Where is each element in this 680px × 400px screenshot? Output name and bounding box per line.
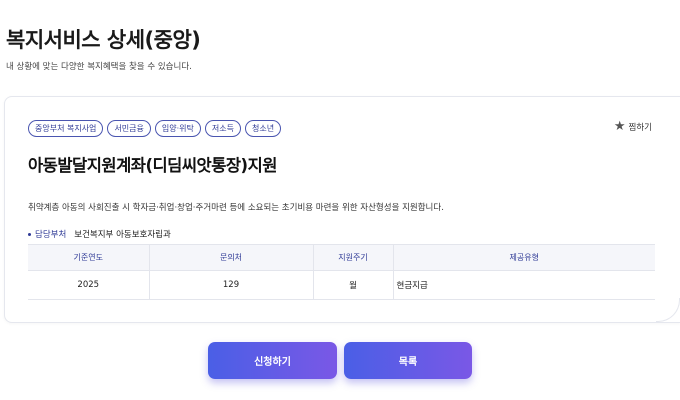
table-cell: 129 <box>148 270 313 300</box>
apply-button[interactable]: 신청하기 <box>208 342 337 379</box>
card-corner-decoration <box>656 298 680 322</box>
tag-chip[interactable]: 청소년 <box>244 120 282 137</box>
service-detail-card: 중앙부처 복지사업 서민금융 입양·위탁 저소득 청소년 ★ 찜하기 아동발달지… <box>4 96 680 323</box>
department-info: 담당부처 보건복지부 아동보호자립과 <box>28 228 171 240</box>
bookmark-button[interactable]: ★ 찜하기 <box>614 120 652 133</box>
column-header: 문의처 <box>148 244 313 271</box>
page-title: 복지서비스 상세(중앙) <box>6 28 201 52</box>
table-cell: 2025 <box>28 270 149 300</box>
service-info-table: 기준연도 문의처 지원주기 제공유형 2025 129 월 현금지급 <box>28 244 655 300</box>
tag-chip[interactable]: 서민금융 <box>107 120 151 137</box>
table-cell: 현금지급 <box>392 270 655 300</box>
tag-chip[interactable]: 입양·위탁 <box>154 120 201 137</box>
service-description: 취약계층 아동의 사회진출 시 학자금·취업·창업·주거마련 등에 소요되는 초… <box>28 203 444 213</box>
service-title: 아동발달지원계좌(디딤씨앗통장)지원 <box>28 156 277 175</box>
list-button[interactable]: 목록 <box>344 342 472 379</box>
bullet-icon <box>28 232 31 236</box>
tag-chip[interactable]: 저소득 <box>204 120 241 137</box>
star-icon: ★ <box>613 119 626 134</box>
column-header: 지원주기 <box>312 244 393 271</box>
department-value: 보건복지부 아동보호자립과 <box>74 230 171 240</box>
table-row: 2025 129 월 현금지급 <box>28 270 655 300</box>
tag-chip[interactable]: 중앙부처 복지사업 <box>28 120 104 137</box>
tag-list: 중앙부처 복지사업 서민금융 입양·위탁 저소득 청소년 <box>28 120 282 137</box>
column-header: 기준연도 <box>28 244 149 271</box>
table-cell: 월 <box>312 270 393 300</box>
table-header-row: 기준연도 문의처 지원주기 제공유형 <box>28 244 655 271</box>
column-header: 제공유형 <box>392 244 655 271</box>
page-subtitle: 내 상황에 맞는 다양한 복지혜택을 찾을 수 있습니다. <box>6 62 192 72</box>
bookmark-label: 찜하기 <box>628 122 652 133</box>
department-label: 담당부처 <box>35 230 67 240</box>
